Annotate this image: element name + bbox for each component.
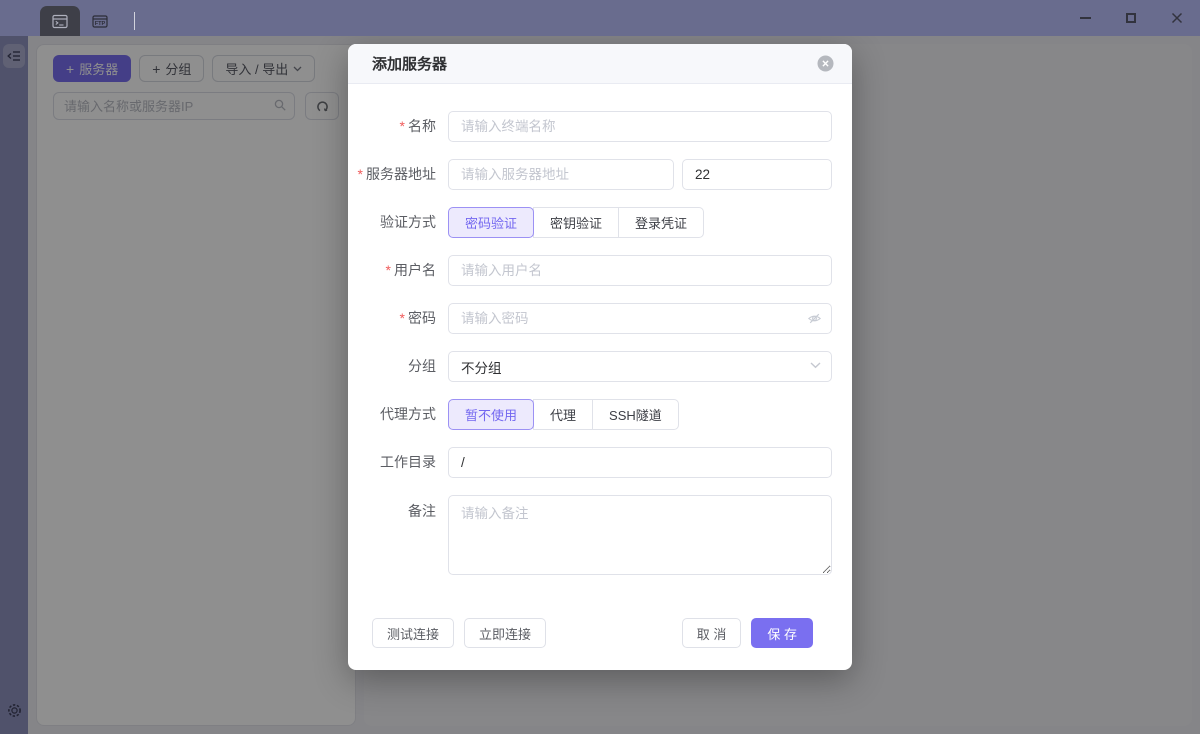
- close-window-button[interactable]: [1154, 0, 1200, 36]
- circle-x-icon: [817, 55, 834, 72]
- workdir-label: 工作目录: [348, 447, 448, 478]
- maximize-icon: [1126, 13, 1136, 23]
- password-input[interactable]: [448, 303, 832, 334]
- terminal-window-icon: [52, 14, 68, 29]
- minimize-icon: [1080, 17, 1091, 19]
- minimize-button[interactable]: [1062, 0, 1108, 36]
- required-marker: *: [358, 166, 363, 182]
- form-row-password: *密码: [348, 303, 832, 334]
- tab-bar: FTP: [0, 0, 135, 36]
- group-select[interactable]: 不分组: [448, 351, 832, 382]
- maximize-button[interactable]: [1108, 0, 1154, 36]
- username-label: *用户名: [348, 255, 448, 286]
- name-input[interactable]: [448, 111, 832, 142]
- ftp-folder-icon: FTP: [92, 14, 108, 29]
- username-input[interactable]: [448, 255, 832, 286]
- auth-option-credential[interactable]: 登录凭证: [618, 207, 704, 238]
- titlebar: FTP: [0, 0, 1200, 36]
- svg-text:FTP: FTP: [95, 21, 106, 27]
- password-label: *密码: [348, 303, 448, 334]
- tab-separator: [134, 12, 135, 30]
- chevron-down-icon: [810, 362, 821, 369]
- form-row-workdir: 工作目录: [348, 447, 832, 478]
- eye-off-icon[interactable]: [807, 311, 822, 331]
- auth-method-group: 密码验证 密钥验证 登录凭证: [448, 207, 704, 238]
- form-row-username: *用户名: [348, 255, 832, 286]
- dialog-footer: 测试连接 立即连接 取 消 保 存: [348, 618, 832, 670]
- auth-label: 验证方式: [348, 207, 448, 238]
- dialog-header: 添加服务器: [348, 44, 852, 84]
- dialog-close-button[interactable]: [817, 55, 834, 72]
- tab-ftp[interactable]: FTP: [80, 6, 120, 36]
- add-server-dialog: 添加服务器 *名称 *服务器地址: [348, 44, 852, 670]
- test-connection-button[interactable]: 测试连接: [372, 618, 454, 648]
- close-icon: [1171, 12, 1183, 24]
- form-row-name: *名称: [348, 111, 832, 142]
- form-row-proxy: 代理方式 暂不使用 代理 SSH隧道: [348, 399, 832, 430]
- tab-terminal[interactable]: [40, 6, 80, 36]
- connect-now-button[interactable]: 立即连接: [464, 618, 546, 648]
- group-label: 分组: [348, 351, 448, 382]
- proxy-option-proxy[interactable]: 代理: [533, 399, 593, 430]
- auth-option-key[interactable]: 密钥验证: [533, 207, 619, 238]
- dialog-title: 添加服务器: [372, 53, 447, 74]
- port-input[interactable]: [682, 159, 832, 190]
- remark-textarea[interactable]: [448, 495, 832, 575]
- address-label: *服务器地址: [348, 159, 448, 190]
- form-row-group: 分组 不分组: [348, 351, 832, 382]
- required-marker: *: [400, 310, 405, 326]
- workdir-input[interactable]: [448, 447, 832, 478]
- proxy-option-ssh-tunnel[interactable]: SSH隧道: [592, 399, 679, 430]
- address-input[interactable]: [448, 159, 674, 190]
- proxy-method-group: 暂不使用 代理 SSH隧道: [448, 399, 679, 430]
- required-marker: *: [386, 262, 391, 278]
- name-label: *名称: [348, 111, 448, 142]
- required-marker: *: [400, 118, 405, 134]
- auth-option-password[interactable]: 密码验证: [448, 207, 534, 238]
- form-row-remark: 备注: [348, 495, 832, 575]
- save-button[interactable]: 保 存: [751, 618, 813, 648]
- proxy-option-none[interactable]: 暂不使用: [448, 399, 534, 430]
- proxy-label: 代理方式: [348, 399, 448, 430]
- group-select-value: 不分组: [461, 357, 502, 377]
- dialog-body: *名称 *服务器地址 验证方式 密码验证 密钥验证: [348, 84, 852, 670]
- cancel-button[interactable]: 取 消: [682, 618, 742, 648]
- form-row-address: *服务器地址: [348, 159, 832, 190]
- form-row-auth: 验证方式 密码验证 密钥验证 登录凭证: [348, 207, 832, 238]
- window-controls: [1062, 0, 1200, 36]
- remark-label: 备注: [348, 495, 448, 575]
